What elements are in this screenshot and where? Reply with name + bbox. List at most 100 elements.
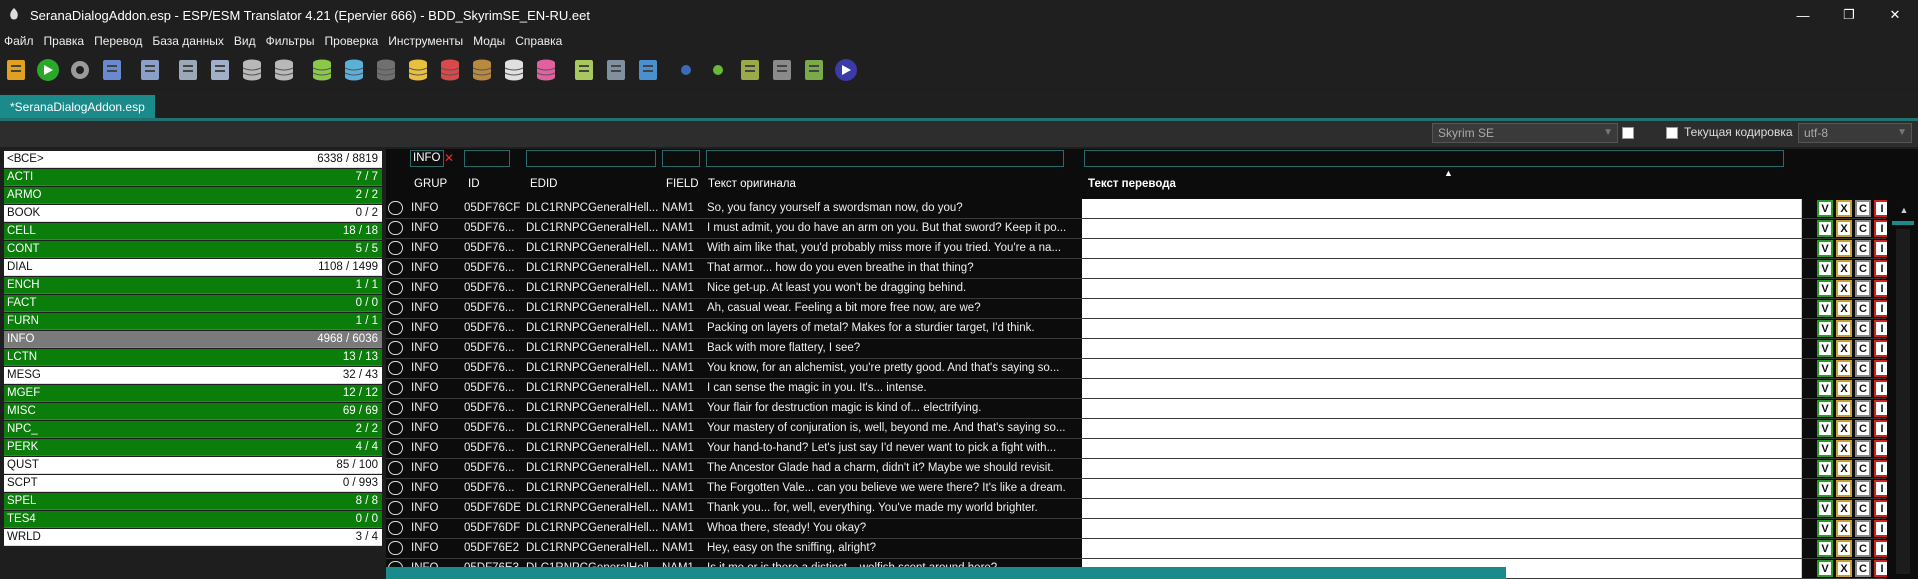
reject-button[interactable]: X bbox=[1836, 560, 1852, 577]
validate-button[interactable]: V bbox=[1817, 260, 1833, 277]
copy-button[interactable]: C bbox=[1855, 300, 1871, 317]
validate-button[interactable]: V bbox=[1817, 400, 1833, 417]
row-select-icon[interactable] bbox=[388, 401, 403, 415]
gear-icon[interactable] bbox=[66, 56, 94, 84]
reject-button[interactable]: X bbox=[1836, 240, 1852, 257]
maximize-button[interactable]: ❐ bbox=[1826, 0, 1872, 30]
menu-check[interactable]: Проверка bbox=[321, 34, 385, 48]
cell-translation[interactable] bbox=[1082, 519, 1802, 539]
row-select-icon[interactable] bbox=[388, 241, 403, 255]
table-row[interactable]: INFO 05DF76... DLC1RNPCGeneralHell... NAM1 T… bbox=[386, 259, 1918, 279]
tree-icon[interactable] bbox=[602, 56, 630, 84]
table-row[interactable]: INFO 05DF76CF DLC1RNPCGeneralHell... NAM1 So… bbox=[386, 199, 1918, 219]
menu-filters[interactable]: Фильтры bbox=[262, 34, 321, 48]
reject-button[interactable]: X bbox=[1836, 520, 1852, 537]
table-row[interactable]: INFO 05DF76... DLC1RNPCGeneralHell... NAM1 N… bbox=[386, 279, 1918, 299]
reject-button[interactable]: X bbox=[1836, 280, 1852, 297]
row-select-icon[interactable] bbox=[388, 281, 403, 295]
row-select-icon[interactable] bbox=[388, 381, 403, 395]
record-type-item[interactable]: QUST 85 / 100 bbox=[4, 457, 382, 474]
cell-translation[interactable] bbox=[1082, 219, 1802, 239]
book-icon[interactable] bbox=[768, 56, 796, 84]
id-filter-input[interactable] bbox=[464, 150, 510, 167]
cell-translation[interactable] bbox=[1082, 419, 1802, 439]
tab-file[interactable]: *SeranaDialogAddon.esp bbox=[0, 95, 155, 118]
reject-button[interactable]: X bbox=[1836, 360, 1852, 377]
record-type-item[interactable]: INFO 4968 / 6036 bbox=[4, 331, 382, 348]
table-row[interactable]: INFO 05DF76... DLC1RNPCGeneralHell... NAM1 Y… bbox=[386, 359, 1918, 379]
header-field[interactable]: FIELD bbox=[666, 175, 699, 193]
database-pink-icon[interactable] bbox=[532, 56, 560, 84]
row-select-icon[interactable] bbox=[388, 201, 403, 215]
edid-filter-input[interactable] bbox=[526, 150, 656, 167]
cell-translation[interactable] bbox=[1082, 499, 1802, 519]
reject-button[interactable]: X bbox=[1836, 440, 1852, 457]
reject-button[interactable]: X bbox=[1836, 380, 1852, 397]
record-type-item[interactable]: MISC 69 / 69 bbox=[4, 403, 382, 420]
header-edid[interactable]: EDID bbox=[530, 175, 557, 193]
copy-button[interactable]: C bbox=[1855, 560, 1871, 577]
cell-translation[interactable] bbox=[1082, 199, 1802, 219]
cell-translation[interactable] bbox=[1082, 459, 1802, 479]
clear-filter-icon[interactable]: ✕ bbox=[444, 151, 454, 165]
spellcheck-icon[interactable] bbox=[634, 56, 662, 84]
reject-button[interactable]: X bbox=[1836, 340, 1852, 357]
copy-button[interactable]: C bbox=[1855, 520, 1871, 537]
translation-filter-input[interactable] bbox=[1084, 150, 1784, 167]
row-select-icon[interactable] bbox=[388, 261, 403, 275]
row-select-icon[interactable] bbox=[388, 341, 403, 355]
database-white-icon[interactable] bbox=[500, 56, 528, 84]
save-doc-icon[interactable] bbox=[174, 56, 202, 84]
encoding-select[interactable]: utf-8 ▼ bbox=[1798, 123, 1912, 143]
record-type-item[interactable]: MESG 32 / 43 bbox=[4, 367, 382, 384]
table-row[interactable]: INFO 05DF76... DLC1RNPCGeneralHell... NAM1 I… bbox=[386, 379, 1918, 399]
cell-translation[interactable] bbox=[1082, 399, 1802, 419]
validate-button[interactable]: V bbox=[1817, 300, 1833, 317]
validate-button[interactable]: V bbox=[1817, 520, 1833, 537]
reject-button[interactable]: X bbox=[1836, 400, 1852, 417]
cell-translation[interactable] bbox=[1082, 259, 1802, 279]
reject-button[interactable]: X bbox=[1836, 260, 1852, 277]
menu-mods[interactable]: Моды bbox=[469, 34, 511, 48]
menu-view[interactable]: Вид bbox=[230, 34, 262, 48]
table-row[interactable]: INFO 05DF76... DLC1RNPCGeneralHell... NAM1 I… bbox=[386, 219, 1918, 239]
row-select-icon[interactable] bbox=[388, 541, 403, 555]
table-row[interactable]: INFO 05DF76... DLC1RNPCGeneralHell... NAM1 Y… bbox=[386, 399, 1918, 419]
record-type-item[interactable]: BOOK 0 / 2 bbox=[4, 205, 382, 222]
record-type-item[interactable]: <ВСЕ> 6338 / 8819 bbox=[4, 151, 382, 168]
copy-button[interactable]: C bbox=[1855, 240, 1871, 257]
cell-translation[interactable] bbox=[1082, 279, 1802, 299]
cell-translation[interactable] bbox=[1082, 479, 1802, 499]
validate-button[interactable]: V bbox=[1817, 480, 1833, 497]
record-type-item[interactable]: ARMO 2 / 2 bbox=[4, 187, 382, 204]
row-select-icon[interactable] bbox=[388, 321, 403, 335]
table-row[interactable]: INFO 05DF76DE DLC1RNPCGeneralHell... NAM1 Th… bbox=[386, 499, 1918, 519]
scrollbar-track[interactable] bbox=[1896, 229, 1910, 574]
scrollbar-thumb[interactable] bbox=[1892, 221, 1914, 225]
game-select[interactable]: Skyrim SE ▼ bbox=[1432, 123, 1618, 143]
table-row[interactable]: INFO 05DF76DF DLC1RNPCGeneralHell... NAM1 Wh… bbox=[386, 519, 1918, 539]
copy-button[interactable]: C bbox=[1855, 440, 1871, 457]
validate-button[interactable]: V bbox=[1817, 460, 1833, 477]
copy-button[interactable]: C bbox=[1855, 280, 1871, 297]
record-type-item[interactable]: TES4 0 / 0 bbox=[4, 511, 382, 528]
play-icon[interactable] bbox=[832, 56, 860, 84]
table-row[interactable]: INFO 05DF76... DLC1RNPCGeneralHell... NAM1 P… bbox=[386, 319, 1918, 339]
validate-button[interactable]: V bbox=[1817, 380, 1833, 397]
database-brown-icon[interactable] bbox=[468, 56, 496, 84]
row-select-icon[interactable] bbox=[388, 521, 403, 535]
reject-button[interactable]: X bbox=[1836, 200, 1852, 217]
copy-button[interactable]: C bbox=[1855, 320, 1871, 337]
menu-tools[interactable]: Инструменты bbox=[384, 34, 469, 48]
row-select-icon[interactable] bbox=[388, 481, 403, 495]
go-arrow-icon[interactable] bbox=[34, 56, 62, 84]
copy-button[interactable]: C bbox=[1855, 260, 1871, 277]
cell-translation[interactable] bbox=[1082, 299, 1802, 319]
table-row[interactable]: INFO 05DF76... DLC1RNPCGeneralHell... NAM1 B… bbox=[386, 339, 1918, 359]
row-select-icon[interactable] bbox=[388, 441, 403, 455]
open-folder-icon[interactable] bbox=[2, 56, 30, 84]
validate-button[interactable]: V bbox=[1817, 280, 1833, 297]
copy-button[interactable]: C bbox=[1855, 220, 1871, 237]
box-icon[interactable] bbox=[800, 56, 828, 84]
copy-button[interactable]: C bbox=[1855, 400, 1871, 417]
